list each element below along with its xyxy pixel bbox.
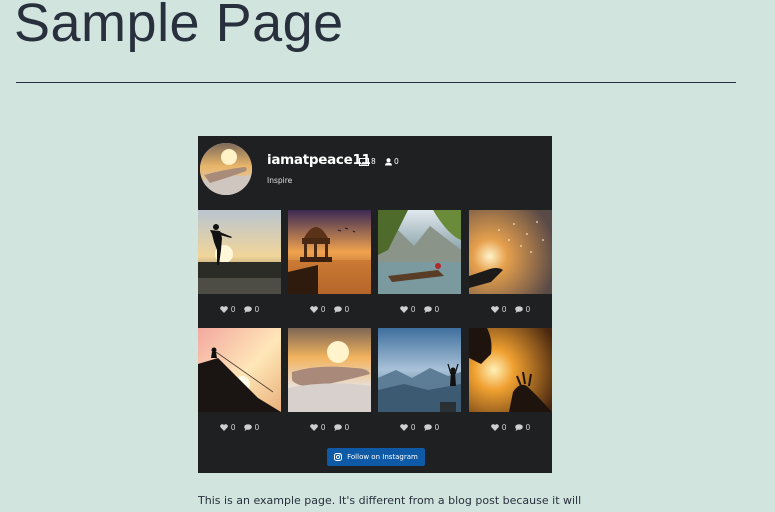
post-meta: 0 0 (469, 294, 552, 324)
post-item: 0 0 (378, 328, 461, 442)
post-likes: 0 (501, 422, 507, 432)
heart-icon (309, 305, 318, 313)
comment-icon (514, 305, 523, 313)
post-item: 0 0 (469, 328, 552, 442)
post-thumbnail[interactable] (288, 210, 371, 294)
user-icon (385, 157, 392, 165)
followers-count-value: 0 (394, 157, 399, 166)
heart-icon (399, 423, 408, 431)
feed-bio: Inspire (267, 176, 293, 185)
post-meta: 0 0 (378, 294, 461, 324)
instagram-feed: iamatpeace11 8 0 Inspire 0 0 0 0 0 0 0 0… (198, 136, 552, 473)
post-likes: 0 (230, 304, 236, 314)
comment-icon (423, 305, 432, 313)
post-meta: 0 0 (198, 412, 281, 442)
feed-username[interactable]: iamatpeace11 (267, 152, 371, 168)
post-comments: 0 (434, 422, 440, 432)
post-item: 0 0 (288, 210, 371, 324)
page-title: Sample Page (14, 0, 344, 53)
post-item: 0 0 (378, 210, 461, 324)
heart-icon (219, 423, 228, 431)
post-likes: 0 (230, 422, 236, 432)
avatar[interactable] (200, 143, 252, 195)
posts-count-value: 8 (371, 157, 376, 166)
post-thumbnail[interactable] (198, 210, 281, 294)
post-likes: 0 (410, 422, 416, 432)
heart-icon (309, 423, 318, 431)
post-likes: 0 (320, 422, 326, 432)
post-thumbnail[interactable] (469, 210, 552, 294)
post-item: 0 0 (198, 210, 281, 324)
heart-icon (490, 305, 499, 313)
post-item: 0 0 (288, 328, 371, 442)
heart-icon (399, 305, 408, 313)
post-comments: 0 (254, 422, 260, 432)
post-item: 0 0 (469, 210, 552, 324)
heart-icon (490, 423, 499, 431)
post-likes: 0 (501, 304, 507, 314)
comment-icon (514, 423, 523, 431)
comment-icon (333, 305, 342, 313)
post-meta: 0 0 (469, 412, 552, 442)
title-separator (16, 82, 736, 83)
comment-icon (423, 423, 432, 431)
posts-count: 8 (359, 157, 376, 166)
post-thumbnail[interactable] (378, 328, 461, 412)
post-meta: 0 0 (288, 412, 371, 442)
page-body-text: This is an example page. It's different … (198, 494, 582, 507)
instagram-icon (334, 453, 343, 461)
post-thumbnail[interactable] (378, 210, 461, 294)
comment-icon (243, 423, 252, 431)
post-meta: 0 0 (198, 294, 281, 324)
post-comments: 0 (525, 304, 531, 314)
post-comments: 0 (525, 422, 531, 432)
post-meta: 0 0 (378, 412, 461, 442)
post-item: 0 0 (198, 328, 281, 442)
comment-icon (333, 423, 342, 431)
image-icon (359, 157, 369, 166)
post-likes: 0 (410, 304, 416, 314)
post-thumbnail[interactable] (469, 328, 552, 412)
follow-button-label: Follow on Instagram (347, 453, 418, 461)
post-comments: 0 (344, 422, 350, 432)
post-thumbnail[interactable] (198, 328, 281, 412)
post-likes: 0 (320, 304, 326, 314)
post-meta: 0 0 (288, 294, 371, 324)
post-comments: 0 (434, 304, 440, 314)
heart-icon (219, 305, 228, 313)
post-comments: 0 (344, 304, 350, 314)
feed-header: iamatpeace11 8 0 Inspire (198, 136, 552, 206)
post-thumbnail[interactable] (288, 328, 371, 412)
post-comments: 0 (254, 304, 260, 314)
comment-icon (243, 305, 252, 313)
follow-on-instagram-button[interactable]: Follow on Instagram (327, 448, 425, 466)
followers-count: 0 (385, 157, 399, 166)
